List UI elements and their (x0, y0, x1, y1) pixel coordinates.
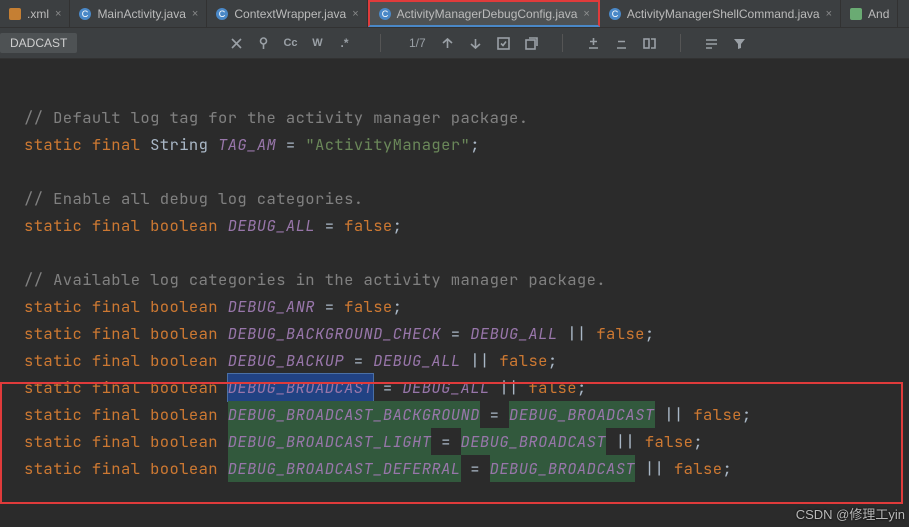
watermark: CSDN @修理工yin (796, 504, 905, 523)
java-class-icon: C (215, 7, 229, 21)
tab-contextwrapper[interactable]: C ContextWrapper.java × (207, 0, 367, 27)
java-class-icon: C (78, 7, 92, 21)
code-line (24, 158, 909, 185)
toolbar-divider (562, 34, 563, 52)
tab-xml[interactable]: .xml × (0, 0, 70, 27)
tab-label: .xml (27, 7, 49, 21)
code-editor[interactable]: // Default log tag for the activity mana… (0, 59, 909, 482)
code-line (24, 239, 909, 266)
close-icon[interactable]: × (55, 8, 61, 20)
search-field-icons: Cc W .* (229, 36, 352, 51)
code-line: // Available log categories in the activ… (24, 266, 909, 293)
code-line: static final String TAG_AM = "ActivityMa… (24, 131, 909, 158)
editor-tabstrip: .xml × C MainActivity.java × C ContextWr… (0, 0, 909, 28)
java-class-icon: C (378, 7, 392, 21)
in-selection-icon[interactable] (704, 36, 719, 51)
search-query-chip[interactable]: DADCAST (0, 33, 77, 53)
tab-label: MainActivity.java (97, 7, 185, 21)
search-match: DEBUG_BROADCAST (509, 401, 655, 428)
search-match: DEBUG_BROADCAST_BACKGROUND (228, 401, 480, 428)
clear-search-icon[interactable] (229, 36, 244, 51)
close-icon[interactable]: × (192, 8, 198, 20)
java-class-icon: C (608, 7, 622, 21)
tab-label: ContextWrapper.java (234, 7, 346, 21)
code-line: // Enable all debug log categories. (24, 185, 909, 212)
prev-match-icon[interactable] (440, 36, 455, 51)
code-line: static final boolean DEBUG_BROADCAST_DEF… (24, 455, 909, 482)
svg-text:C: C (219, 9, 226, 19)
code-line: static final boolean DEBUG_BROADCAST = D… (24, 374, 909, 401)
svg-text:C: C (612, 9, 619, 19)
tab-overflow[interactable]: And (841, 0, 898, 27)
code-line: static final boolean DEBUG_BROADCAST_BAC… (24, 401, 909, 428)
toolbar-divider (680, 34, 681, 52)
search-current-match: DEBUG_BROADCAST (228, 374, 374, 401)
search-match: DEBUG_BROADCAST (490, 455, 636, 482)
search-match: DEBUG_BROADCAST_LIGHT (228, 428, 432, 455)
tab-label: ActivityManagerDebugConfig.java (397, 7, 578, 21)
tab-activitymanagershellcommand[interactable]: C ActivityManagerShellCommand.java × (600, 0, 841, 27)
next-match-icon[interactable] (468, 36, 483, 51)
svg-text:C: C (381, 9, 388, 19)
remove-selection-icon[interactable] (614, 36, 629, 51)
select-all-icon[interactable] (496, 36, 511, 51)
regex-icon[interactable]: .* (337, 36, 352, 51)
new-window-icon[interactable] (524, 36, 539, 51)
xml-file-icon (8, 7, 22, 21)
toolbar-divider (380, 34, 381, 52)
match-case-icon[interactable]: Cc (283, 36, 298, 51)
pin-icon[interactable] (256, 36, 271, 51)
code-line: // Default log tag for the activity mana… (24, 104, 909, 131)
tab-label: And (868, 7, 889, 21)
code-line (24, 77, 909, 104)
resource-file-icon (849, 7, 863, 21)
toggle-selection-icon[interactable] (642, 36, 657, 51)
match-counter: 1/7 (409, 36, 426, 50)
code-line: static final boolean DEBUG_BACKUP = DEBU… (24, 347, 909, 374)
svg-text:C: C (82, 9, 89, 19)
close-icon[interactable]: × (826, 8, 832, 20)
tab-label: ActivityManagerShellCommand.java (627, 7, 820, 21)
tab-mainactivity[interactable]: C MainActivity.java × (70, 0, 207, 27)
close-icon[interactable]: × (583, 8, 589, 20)
code-line: static final boolean DEBUG_BACKGROUND_CH… (24, 320, 909, 347)
add-selection-icon[interactable] (586, 36, 601, 51)
close-icon[interactable]: × (352, 8, 358, 20)
tab-activitymanagerdebugconfig[interactable]: C ActivityManagerDebugConfig.java × (368, 0, 600, 27)
search-match: DEBUG_BROADCAST_DEFERRAL (228, 455, 461, 482)
filter-icon[interactable] (732, 36, 747, 51)
words-icon[interactable]: W (310, 36, 325, 51)
code-line: static final boolean DEBUG_ANR = false; (24, 293, 909, 320)
search-match: DEBUG_BROADCAST (461, 428, 607, 455)
code-line: static final boolean DEBUG_ALL = false; (24, 212, 909, 239)
code-line: static final boolean DEBUG_BROADCAST_LIG… (24, 428, 909, 455)
find-toolbar: DADCAST Cc W .* 1/7 (0, 28, 909, 59)
